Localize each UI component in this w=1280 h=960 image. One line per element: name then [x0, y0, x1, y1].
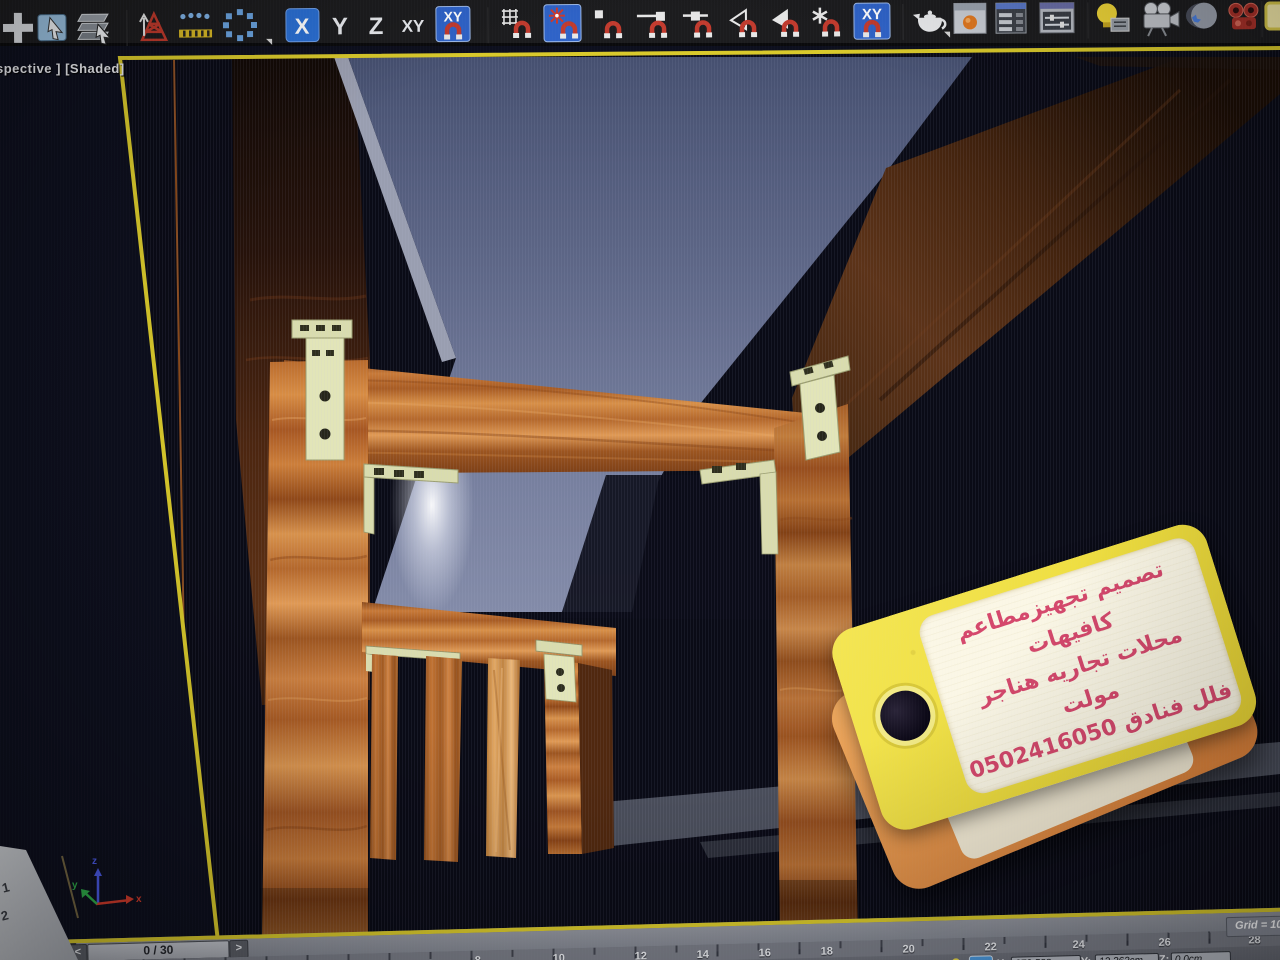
gizmo-x-label: x — [136, 894, 142, 905]
gizmo-y-label: y — [72, 880, 78, 891]
constraint-z-button[interactable]: Z — [369, 13, 384, 40]
svg-text:XY: XY — [444, 8, 463, 24]
render-setup-icon[interactable] — [954, 3, 986, 33]
ruler-number: 16 — [758, 947, 771, 959]
next-frame-button[interactable]: > — [229, 940, 248, 958]
ruler-number: 20 — [902, 943, 915, 955]
main-toolbar: X Y Z XY XY — [0, 0, 1280, 60]
select-object-icon[interactable] — [38, 15, 66, 41]
snaps-toggle-button[interactable] — [544, 4, 581, 41]
z-coordinate-label: Z: — [1159, 954, 1170, 960]
constraint-y-button[interactable]: Y — [332, 13, 348, 40]
x-coordinate-field[interactable]: 372.588cm — [1011, 955, 1081, 960]
gizmo-z-label: z — [92, 856, 97, 867]
bezel-number: 2 — [0, 907, 10, 923]
ruler-number: 10 — [553, 952, 566, 960]
bezel-number: 1 — [0, 879, 11, 895]
screenshot-root: z x y — [0, 0, 1280, 960]
scene-scanlines — [120, 46, 1280, 960]
spinner-snap-xy-button[interactable]: XY — [854, 3, 890, 39]
ruler-number: 24 — [1072, 939, 1085, 951]
svg-text:X: X — [295, 14, 310, 39]
ruler-number: 8 — [475, 955, 481, 960]
y-coordinate-label: Y: — [1081, 956, 1091, 960]
ruler-number: 22 — [984, 941, 997, 953]
curve-editor-window-icon[interactable] — [1040, 3, 1074, 33]
constraint-xy-button[interactable]: XY — [402, 17, 425, 36]
light-lister-window-icon[interactable] — [996, 3, 1026, 33]
snap-xy-button[interactable]: XY — [436, 6, 470, 41]
render-frame-button[interactable] — [1266, 3, 1280, 29]
grid-size-display: Grid = 10. — [1226, 913, 1280, 937]
viewport-label[interactable]: spective ] [Shaded] — [0, 61, 125, 76]
ruler-number: 26 — [1158, 937, 1171, 949]
coordinate-display-toggle[interactable] — [969, 955, 993, 960]
constraint-x-button[interactable]: X — [286, 9, 319, 42]
y-coordinate-field[interactable]: 12.262cm — [1095, 953, 1159, 960]
z-coordinate-field[interactable]: 0.0cm — [1171, 951, 1231, 960]
ruler-number: 18 — [820, 945, 833, 957]
ruler-number: 12 — [635, 950, 648, 960]
ruler-number: 14 — [697, 949, 710, 960]
